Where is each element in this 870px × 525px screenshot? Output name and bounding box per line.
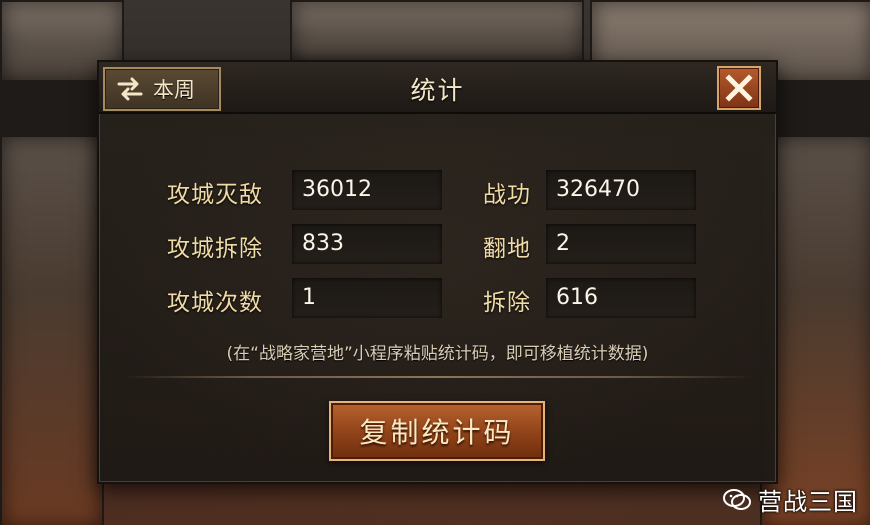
- stat-label-merit: 战功: [483, 182, 531, 208]
- wechat-icon: [723, 488, 751, 510]
- copy-stats-code-label: 复制统计码: [359, 416, 515, 449]
- stat-value-box: 326470: [546, 170, 696, 210]
- dialog-content: 攻城灭敌 36012 攻城拆除 833 攻城次数 1 战功 326470 翻地 …: [99, 114, 776, 482]
- close-icon: [725, 74, 753, 102]
- stat-label-siege-kills: 攻城灭敌: [167, 182, 263, 208]
- stat-label-flip-land: 翻地: [483, 236, 531, 262]
- stat-value-box: 1: [292, 278, 442, 318]
- stat-value-demolish: 616: [556, 285, 598, 310]
- close-button[interactable]: [717, 66, 761, 110]
- stat-value-flip-land: 2: [556, 231, 570, 256]
- background-card: [290, 0, 584, 64]
- transfer-note: (在“战略家营地”小程序粘贴统计码，即可移植统计数据): [226, 344, 649, 364]
- stat-value-merit: 326470: [556, 177, 640, 202]
- watermark: 营战三国: [722, 482, 858, 517]
- stat-value-box: 2: [546, 224, 696, 264]
- stat-value-siege-count: 1: [302, 285, 316, 310]
- stat-value-box: 833: [292, 224, 442, 264]
- stat-value-box: 616: [546, 278, 696, 318]
- stat-value-box: 36012: [292, 170, 442, 210]
- stat-value-siege-kills: 36012: [302, 177, 372, 202]
- dialog-header: 本周 统计: [99, 62, 776, 114]
- copy-stats-code-button[interactable]: 复制统计码: [329, 401, 545, 461]
- divider: [124, 376, 751, 378]
- background-card: [0, 135, 104, 525]
- stat-label-siege-count: 攻城次数: [167, 290, 263, 316]
- dialog-title: 统计: [410, 76, 465, 105]
- stat-value-siege-demolish: 833: [302, 231, 344, 256]
- game-screen: 本周 统计 攻城灭敌 36012 攻城拆除 833 攻城次数 1 战功 3264…: [0, 0, 870, 525]
- watermark-text: 营战三国: [758, 488, 858, 516]
- stat-label-demolish: 拆除: [483, 290, 531, 316]
- stat-label-siege-demolish: 攻城拆除: [167, 236, 263, 262]
- statistics-dialog: 本周 统计 攻城灭敌 36012 攻城拆除 833 攻城次数 1 战功 3264…: [97, 60, 778, 484]
